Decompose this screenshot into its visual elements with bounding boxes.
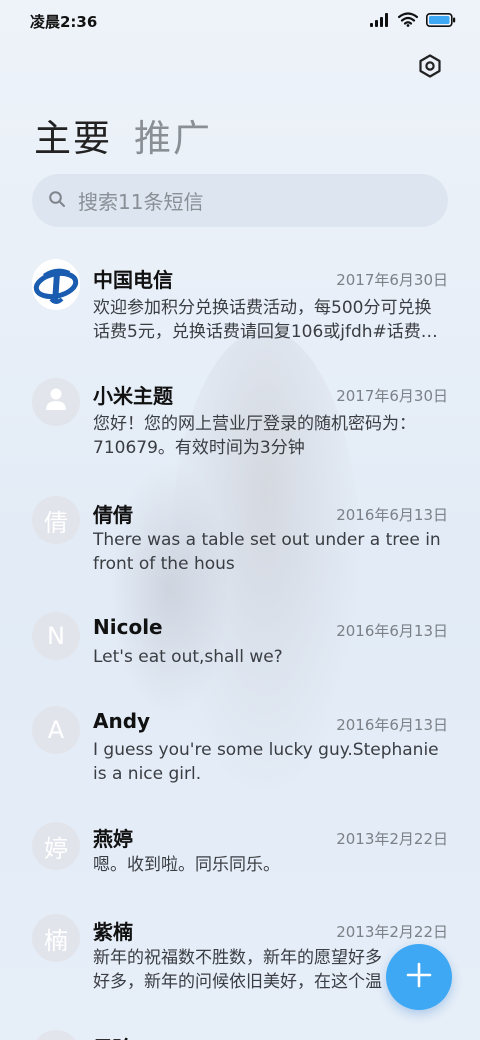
avatar: A <box>32 706 80 754</box>
avatar: 楠 <box>32 914 80 962</box>
battery-icon <box>426 12 456 31</box>
conversation-name: Andy <box>93 709 151 733</box>
plus-icon <box>405 961 433 993</box>
avatar-initial: 倩 <box>44 508 68 537</box>
conversation-preview: There was a table set out under a tree i… <box>93 530 441 574</box>
avatar <box>32 378 80 426</box>
avatar-initial: 婷 <box>44 834 68 863</box>
search-input[interactable]: 搜索11条短信 <box>32 174 448 227</box>
search-placeholder: 搜索11条短信 <box>78 190 204 214</box>
conversation-name: Nicole <box>93 615 163 639</box>
conversation-preview: 您好！您的网上营业厅登录的随机密码为：710679。有效时间为3分钟 <box>93 414 416 458</box>
status-bar: 凌晨2:36 <box>0 0 480 42</box>
avatar: 倩 <box>32 496 80 544</box>
tab-main[interactable]: 主要 <box>34 108 112 162</box>
signal-icon <box>370 12 390 31</box>
settings-button[interactable] <box>416 54 444 82</box>
avatar: N <box>32 612 80 660</box>
conversation-name: 子玲 <box>93 1032 133 1040</box>
wifi-icon <box>397 11 419 31</box>
conversation-name: 中国电信 <box>93 268 173 292</box>
new-message-button[interactable] <box>386 944 452 1010</box>
avatar-initial: A <box>47 716 65 744</box>
conversation-preview: 嗯。收到啦。同乐同乐。 <box>93 855 280 875</box>
conversation-item[interactable]: 婷 燕婷 2013年2月22日 嗯。收到啦。同乐同乐。 <box>0 819 480 909</box>
person-icon <box>43 386 69 418</box>
conversation-item[interactable]: N Nicole 2016年6月13日 Let's eat out,shall … <box>0 607 480 697</box>
conversation-date: 2017年6月30日 <box>336 271 448 289</box>
conversation-date: 2013年2月22日 <box>336 923 448 941</box>
conversation-date: 2016年6月13日 <box>336 506 448 524</box>
status-icons <box>370 11 456 31</box>
avatar-initial: 楠 <box>44 926 68 955</box>
conversation-item[interactable]: 倩 倩倩 2016年6月13日 There was a table set ou… <box>0 491 480 601</box>
conversation-date: 2017年6月30日 <box>336 387 448 405</box>
search-icon <box>48 190 66 212</box>
avatar <box>32 1030 80 1040</box>
conversation-item[interactable]: 子玲 <box>0 1028 480 1040</box>
conversation-date: 2016年6月13日 <box>336 622 448 640</box>
conversation-name: 紫楠 <box>93 920 133 944</box>
conversation-preview: 欢迎参加积分兑换话费活动，每500分可兑换话费5元，兑换话费请回复106或jfd… <box>93 298 438 342</box>
conversation-preview: 新年的祝福数不胜数，新年的愿望好多好多，新年的问候依旧美好，在这个温馨的时刻 <box>93 948 382 992</box>
conversation-item[interactable]: 中国电信 2017年6月30日 欢迎参加积分兑换话费活动，每500分可兑换话费5… <box>0 256 480 366</box>
conversation-date: 2013年2月22日 <box>336 830 448 848</box>
conversation-item[interactable]: A Andy 2016年6月13日 I guess you're some lu… <box>0 702 480 812</box>
avatar: 婷 <box>32 822 80 870</box>
conversation-preview: I guess you're some lucky guy.Stephanie … <box>93 740 439 784</box>
conversation-item[interactable]: 小米主题 2017年6月30日 您好！您的网上营业厅登录的随机密码为：71067… <box>0 372 480 482</box>
conversation-name: 小米主题 <box>93 384 173 408</box>
conversation-name: 燕婷 <box>93 827 133 851</box>
china-telecom-logo-icon <box>32 259 80 313</box>
avatar-initial: N <box>47 622 65 650</box>
conversation-preview: Let's eat out,shall we? <box>93 647 283 667</box>
settings-icon <box>418 54 442 82</box>
conversation-date: 2016年6月13日 <box>336 716 448 734</box>
avatar <box>32 259 80 313</box>
conversation-name: 倩倩 <box>93 503 133 527</box>
status-time: 凌晨2:36 <box>30 12 98 31</box>
tab-promotions[interactable]: 推广 <box>134 108 212 162</box>
tab-bar: 主要 推广 <box>34 108 212 162</box>
